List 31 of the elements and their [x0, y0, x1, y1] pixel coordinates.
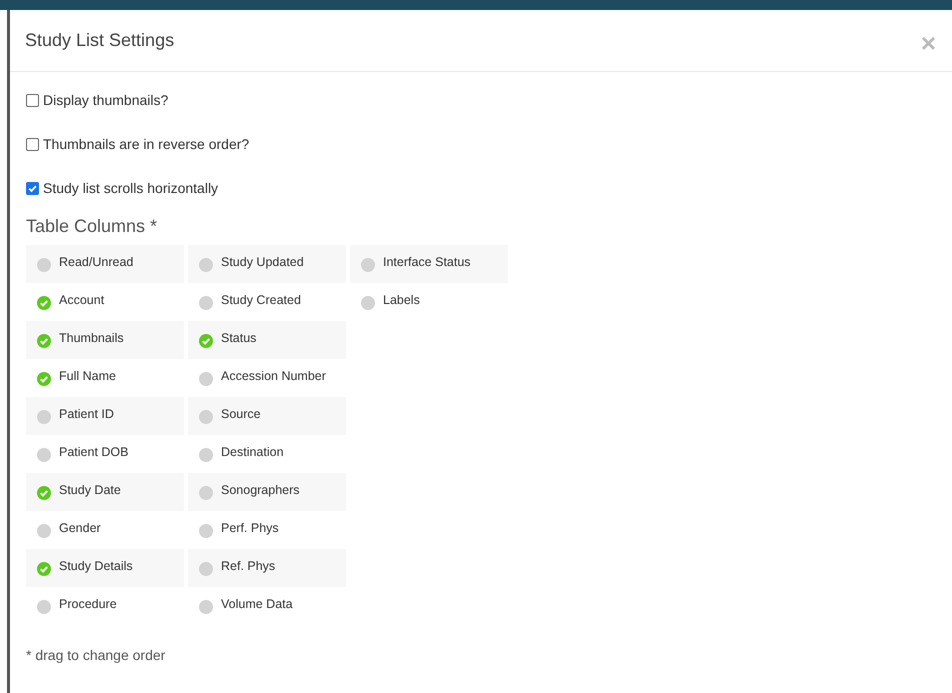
- column-toggle[interactable]: Destination: [188, 435, 346, 473]
- section-heading: Table Columns *: [26, 216, 158, 237]
- column-toggle[interactable]: Study Details: [26, 549, 184, 587]
- column-toggle[interactable]: Full Name: [26, 359, 184, 397]
- column-toggle[interactable]: Thumbnails: [26, 321, 184, 359]
- checkbox-label: Study list scrolls horizontally: [43, 180, 218, 196]
- column-toggle[interactable]: Sonographers: [188, 473, 346, 511]
- column-toggle[interactable]: Study Updated: [188, 245, 346, 283]
- column-toggle[interactable]: Ref. Phys: [188, 549, 346, 587]
- column-toggle[interactable]: Patient ID: [26, 397, 184, 435]
- column-toggle[interactable]: Read/Unread: [26, 245, 184, 283]
- checkbox[interactable]: [26, 94, 39, 106]
- column-toggle[interactable]: Account: [26, 283, 184, 321]
- column-toggle[interactable]: Gender: [26, 511, 184, 549]
- column-toggle[interactable]: Patient DOB: [26, 435, 184, 473]
- column-toggle[interactable]: Study Created: [188, 283, 346, 321]
- column-toggle[interactable]: Status: [188, 321, 346, 359]
- column-toggle[interactable]: Accession Number: [188, 359, 346, 397]
- column-toggle[interactable]: Perf. Phys: [188, 511, 346, 549]
- footnote: * drag to change order: [26, 647, 166, 663]
- column-toggle[interactable]: Volume Data: [188, 587, 346, 625]
- column-toggle[interactable]: Labels: [350, 283, 508, 321]
- checkbox-label: Display thumbnails?: [43, 92, 168, 108]
- dialog-title: Study List Settings: [25, 30, 174, 51]
- column-toggle[interactable]: Source: [188, 397, 346, 435]
- column-toggle[interactable]: Study Date: [26, 473, 184, 511]
- checkbox[interactable]: [26, 138, 39, 150]
- column-toggle[interactable]: Procedure: [26, 587, 184, 625]
- column-toggle[interactable]: Interface Status: [350, 245, 508, 283]
- checkbox-label: Thumbnails are in reverse order?: [43, 136, 250, 152]
- checkbox[interactable]: [26, 182, 39, 194]
